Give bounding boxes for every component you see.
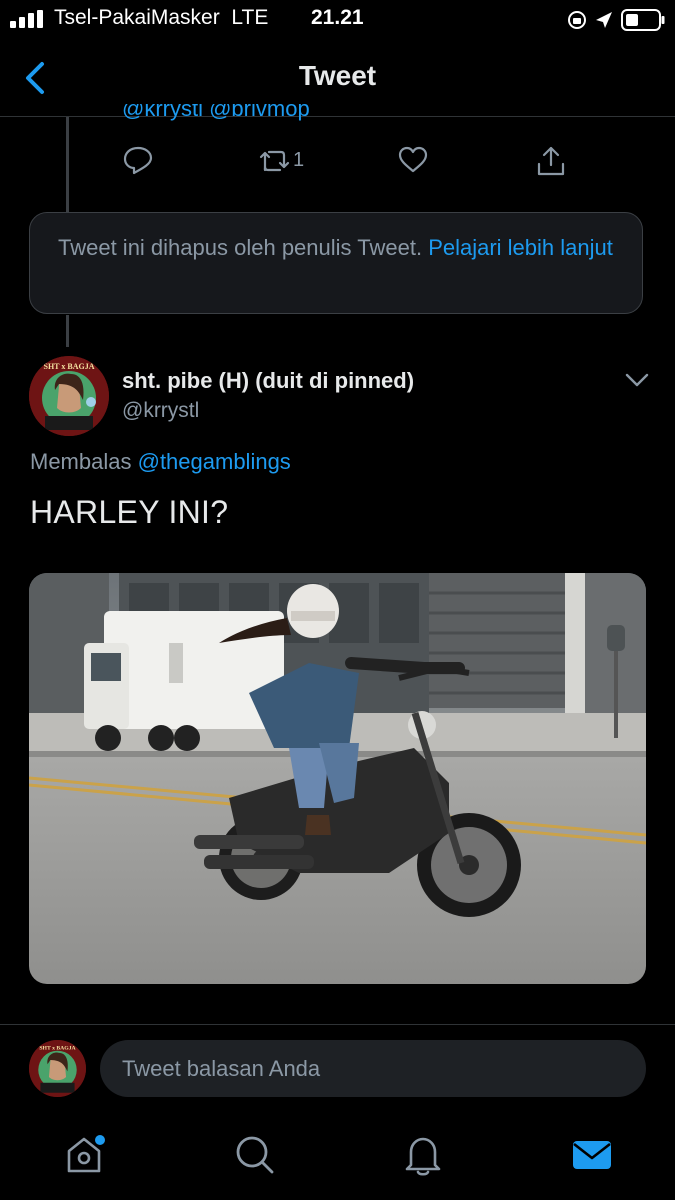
home-icon: [67, 1135, 105, 1173]
avatar[interactable]: SHT x BAGJA: [29, 356, 109, 436]
deleted-notice-text: Tweet ini dihapus oleh penulis Tweet.: [58, 235, 423, 260]
tweet-media[interactable]: [29, 573, 646, 984]
like-action-button[interactable]: [397, 144, 429, 176]
location-icon: [596, 12, 612, 28]
battery-icon: [621, 9, 665, 31]
status-icons: [566, 8, 666, 32]
deleted-tweet-notice: Tweet ini dihapus oleh penulis Tweet. Pe…: [29, 212, 643, 314]
page-title: Tweet: [298, 60, 377, 91]
tab-home[interactable]: [64, 1133, 108, 1177]
reply-input[interactable]: Tweet balasan Anda: [100, 1040, 646, 1097]
mail-icon: [573, 1141, 611, 1169]
tweet-options-button[interactable]: [624, 370, 650, 390]
signal-icon: [10, 10, 46, 28]
heart-icon: [398, 146, 428, 173]
avatar-caption: SHT x BAGJA: [39, 1045, 76, 1051]
learn-more-link[interactable]: Pelajari lebih lanjut: [428, 235, 613, 260]
author-handle[interactable]: @krrystl: [122, 399, 199, 423]
retweet-count: 1: [293, 149, 305, 171]
avatar-image: SHT x BAGJA: [29, 1040, 86, 1097]
comment-icon: [123, 146, 153, 175]
retweet-icon: [259, 150, 290, 172]
header: Tweet: [0, 40, 675, 117]
share-action-button[interactable]: [535, 144, 567, 178]
status-time: 21.21: [311, 6, 364, 29]
reply-prefix: Membalas: [30, 449, 132, 474]
composer-avatar: SHT x BAGJA: [29, 1040, 86, 1097]
author-name[interactable]: sht. pibe (H) (duit di pinned): [122, 368, 414, 394]
avatar-caption: SHT x BAGJA: [44, 362, 95, 371]
reply-mention-link[interactable]: @thegamblings: [138, 449, 291, 474]
tab-messages[interactable]: [570, 1133, 614, 1177]
retweet-action-button[interactable]: [257, 144, 293, 176]
carrier-label: Tsel-PakaiMasker LTE: [54, 6, 269, 29]
composer-divider: [0, 1024, 675, 1025]
previous-tweet-mentions[interactable]: @krrystl @brlvmop: [122, 104, 310, 122]
search-icon: [236, 1136, 274, 1174]
thread-line: [66, 315, 69, 347]
motorcycle-photo: [29, 573, 646, 984]
avatar-image: SHT x BAGJA: [29, 356, 109, 436]
status-bar: Tsel-PakaiMasker LTE 21.21: [0, 0, 675, 38]
notification-dot: [95, 1135, 105, 1145]
bell-icon: [405, 1137, 441, 1176]
reply-action-button[interactable]: [122, 144, 154, 176]
tab-notifications[interactable]: [401, 1133, 445, 1177]
orientation-lock-icon: [568, 11, 586, 29]
tab-search[interactable]: [233, 1133, 277, 1177]
thread-line: [66, 117, 69, 212]
replying-to: Membalas @thegamblings: [30, 449, 291, 475]
share-icon: [537, 146, 565, 176]
tweet-text: HARLEY INI?: [30, 494, 229, 530]
chevron-down-icon: [625, 373, 649, 387]
